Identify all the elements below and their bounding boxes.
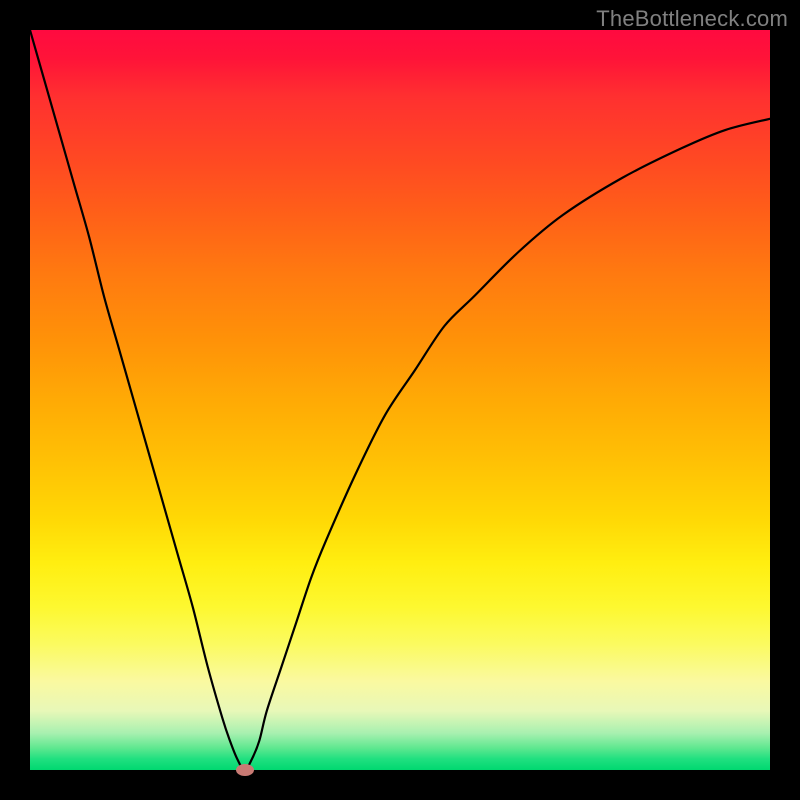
sweet-spot-marker	[236, 764, 254, 776]
bottleneck-curve	[30, 30, 770, 770]
plot-area	[30, 30, 770, 770]
watermark-text: TheBottleneck.com	[596, 6, 788, 32]
chart-frame: TheBottleneck.com	[0, 0, 800, 800]
